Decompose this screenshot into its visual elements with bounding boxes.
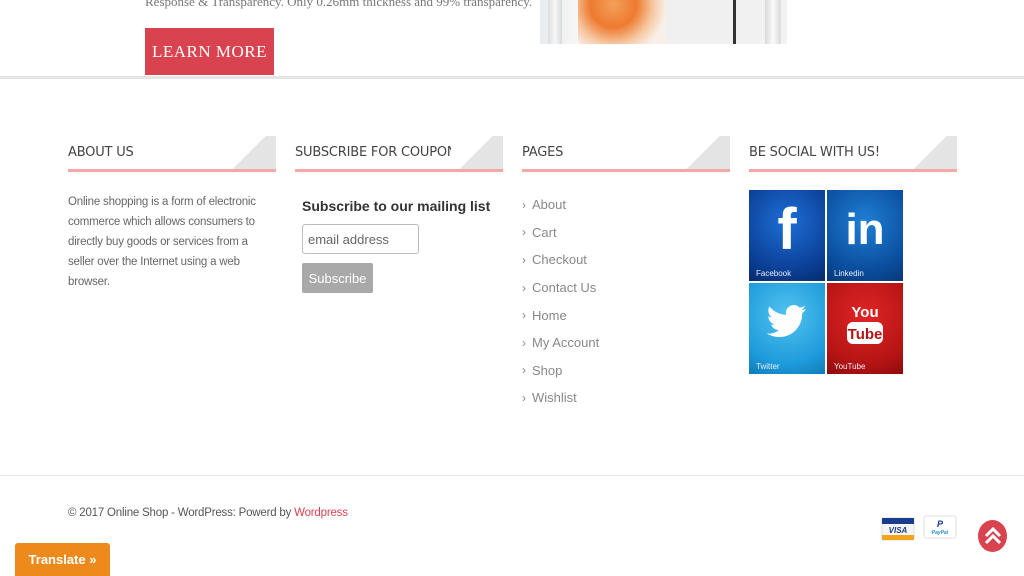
- visa-icon: VISA: [881, 516, 915, 544]
- translate-button[interactable]: Translate »: [15, 543, 110, 576]
- hero-product-image: [540, 0, 787, 44]
- twitter-icon: [749, 305, 825, 342]
- social-widget: BE SOCIAL WITH US! f Facebook in Linkedi…: [749, 136, 957, 374]
- page-link-home[interactable]: › Home: [522, 301, 730, 329]
- subscribe-button[interactable]: Subscribe: [302, 263, 373, 293]
- phone-wallpaper: [578, 0, 666, 44]
- facebook-label: Facebook: [756, 269, 792, 278]
- subscribe-title: SUBSCRIBE FOR COUPONS!: [295, 145, 470, 160]
- page-link-contact-us[interactable]: › Contact Us: [522, 274, 730, 302]
- scroll-to-top-button[interactable]: [978, 520, 1007, 552]
- chevron-right-icon: ›: [522, 363, 526, 378]
- youtube-tile[interactable]: You Tube YouTube: [827, 283, 903, 374]
- title-corner-decoration: [905, 136, 957, 169]
- hero-text: Response & Transparency. Only 0.26mm thi…: [145, 0, 533, 9]
- paypal-icon: P PayPal: [923, 514, 957, 542]
- subscribe-heading: Subscribe to our mailing list: [302, 198, 491, 214]
- page-link-label: About: [532, 197, 566, 213]
- chevron-right-icon: ›: [522, 280, 526, 295]
- svg-text:P: P: [937, 519, 944, 529]
- subscribe-widget: SUBSCRIBE FOR COUPONS! Subscribe to our …: [295, 136, 503, 293]
- pages-widget: PAGES › About › Cart › Checkout › Contact Us…: [522, 136, 730, 412]
- page-link-label: Shop: [532, 362, 563, 378]
- phone-frame-edge: [765, 0, 781, 44]
- chevron-right-icon: ›: [522, 225, 526, 240]
- phone-frame-edge: [548, 0, 562, 44]
- social-title: BE SOCIAL WITH US!: [749, 145, 880, 160]
- page-link-label: Contact Us: [532, 280, 597, 296]
- title-corner-decoration: [678, 136, 730, 169]
- copyright-prefix: © 2017 Online Shop - WordPress: Powerd b…: [68, 507, 295, 519]
- page-link-cart[interactable]: › Cart: [522, 219, 730, 247]
- about-us-title: ABOUT US: [68, 145, 134, 160]
- youtube-glyph-tube: Tube: [848, 326, 883, 343]
- chevron-right-icon: ›: [522, 252, 526, 267]
- visa-text: VISA: [889, 526, 908, 535]
- twitter-label: Twitter: [756, 362, 780, 371]
- social-grid: f Facebook in Linkedin Twitter You Tube: [749, 190, 904, 374]
- hero-section: Response & Transparency. Only 0.26mm thi…: [0, 0, 1024, 78]
- linkedin-label: Linkedin: [834, 269, 864, 278]
- chevron-right-icon: ›: [522, 197, 526, 212]
- linkedin-tile[interactable]: in Linkedin: [827, 190, 903, 281]
- title-corner-decoration: [224, 136, 276, 169]
- youtube-label: YouTube: [834, 362, 866, 371]
- page-link-label: My Account: [532, 335, 600, 351]
- twitter-tile[interactable]: Twitter: [749, 283, 825, 374]
- facebook-tile[interactable]: f Facebook: [749, 190, 825, 281]
- page-link-label: Checkout: [532, 252, 587, 268]
- title-corner-decoration: [451, 136, 503, 169]
- about-us-text: Online shopping is a form of electronic …: [68, 196, 256, 288]
- page-link-label: Wishlist: [532, 390, 577, 406]
- chevron-up-icon: [984, 526, 1001, 545]
- page-link-about[interactable]: › About: [522, 191, 730, 219]
- facebook-icon: f: [777, 197, 797, 262]
- section-divider: [0, 76, 1024, 79]
- widget-title: PAGES: [522, 136, 730, 172]
- widget-title: SUBSCRIBE FOR COUPONS!: [295, 136, 503, 172]
- chevron-right-icon: ›: [522, 390, 526, 405]
- page-link-wishlist[interactable]: › Wishlist: [522, 384, 730, 412]
- page-link-label: Home: [532, 307, 567, 323]
- chevron-right-icon: ›: [522, 308, 526, 323]
- pages-list: › About › Cart › Checkout › Contact Us › Home…: [522, 191, 730, 412]
- youtube-icon: You Tube: [827, 301, 903, 354]
- page-link-my-account[interactable]: › My Account: [522, 329, 730, 357]
- wordpress-link[interactable]: Wordpress: [294, 507, 348, 519]
- copyright-text: © 2017 Online Shop - WordPress: Powerd b…: [68, 507, 348, 519]
- email-input[interactable]: [302, 224, 419, 254]
- widget-title: ABOUT US: [68, 136, 276, 172]
- page-link-label: Cart: [532, 224, 557, 240]
- chevron-right-icon: ›: [522, 335, 526, 350]
- learn-more-button[interactable]: LEARN MORE: [145, 28, 274, 75]
- phone-frame-edge: [733, 0, 736, 44]
- pages-title: PAGES: [522, 145, 564, 160]
- paypal-text: PayPal: [932, 530, 949, 536]
- youtube-glyph-you: You: [851, 304, 878, 321]
- page-link-checkout[interactable]: › Checkout: [522, 246, 730, 274]
- about-us-widget: ABOUT US Online shopping is a form of el…: [68, 136, 276, 292]
- footer-divider: [0, 475, 1024, 476]
- widget-title: BE SOCIAL WITH US!: [749, 136, 957, 172]
- linkedin-icon: in: [845, 205, 885, 254]
- page-link-shop[interactable]: › Shop: [522, 357, 730, 385]
